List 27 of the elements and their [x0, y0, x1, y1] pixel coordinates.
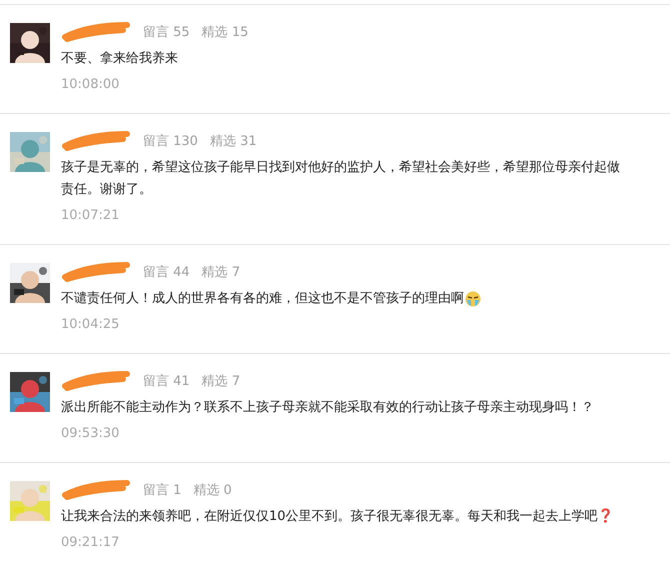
comment-time: 09:21:17	[61, 535, 120, 550]
comment-count: 留言 1	[143, 482, 182, 499]
redaction-scribble	[61, 370, 131, 392]
comment-text: 责任。谢谢了。	[61, 181, 152, 199]
featured-count: 精选 15	[202, 24, 248, 41]
comment-time: 10:08:00	[61, 77, 120, 92]
comment-time: 10:07:21	[61, 208, 120, 223]
comment-text: 让我来合法的来领养吧，在附近仅仅10公里不到。孩子很无辜很无辜。每天和我一起去上学吧❓	[61, 508, 614, 526]
comment-count: 留言 130	[143, 133, 198, 150]
redaction-scribble	[61, 261, 131, 283]
comment-count: 留言 55	[143, 24, 190, 41]
comment-text: 孩子是无辜的，希望这位孩子能早日找到对他好的监护人，希望社会美好些，希望那位母亲付起做	[61, 159, 620, 177]
comment-text: 派出所能不能主动作为？联系不上孩子母亲就不能采取有效的行动让孩子母亲主动现身吗！？	[61, 399, 594, 417]
comment-count: 留言 41	[143, 373, 190, 390]
redaction-scribble	[61, 21, 131, 43]
emoji-icon	[465, 291, 481, 307]
comment-time: 10:04:25	[61, 317, 120, 332]
comment-time: 09:53:30	[61, 426, 120, 441]
featured-count: 精选 7	[202, 264, 240, 281]
featured-count: 精选 0	[193, 482, 232, 499]
featured-count: 精选 7	[202, 373, 240, 390]
featured-count: 精选 31	[210, 133, 257, 150]
comment-text: 不谴责任何人！成人的世界各有各的难，但这也不是不管孩子的理由啊	[61, 290, 464, 308]
comment-count: 留言 44	[143, 264, 190, 281]
redaction-scribble	[61, 479, 131, 501]
redaction-scribble	[61, 130, 131, 152]
comment-text: 不要、拿来给我养来	[61, 50, 178, 68]
